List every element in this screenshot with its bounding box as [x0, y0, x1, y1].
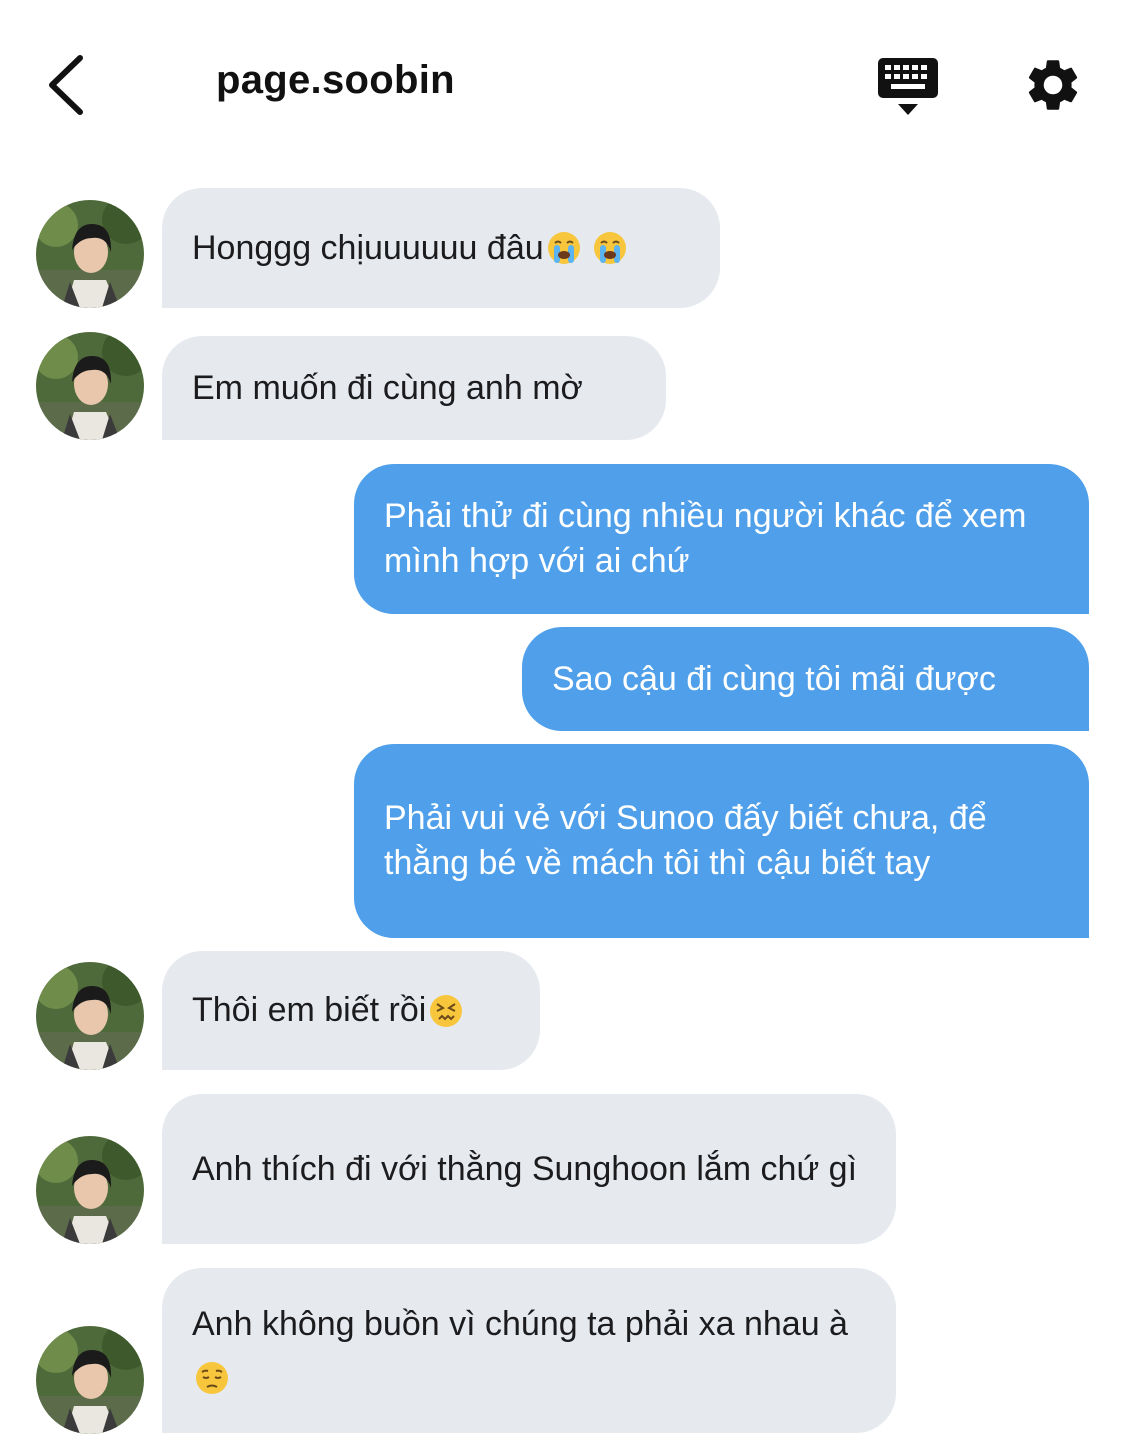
message-bubble-incoming[interactable]: Anh không buồn vì chúng ta phải xa nhau … — [162, 1268, 896, 1433]
message-bubble-outgoing[interactable]: Phải thử đi cùng nhiều người khác để xem… — [354, 464, 1089, 614]
message-text: Em muốn đi cùng anh mờ — [192, 368, 583, 407]
message-text: Thôi em biết rồi — [192, 991, 427, 1029]
message-text: Phải vui vẻ với Sunoo đấy biết chưa, để … — [384, 799, 987, 882]
avatar[interactable] — [36, 200, 144, 308]
message-bubble-incoming[interactable]: Honggg chịuuuuuu đâu — [162, 188, 720, 308]
loudly-crying-face-icon — [547, 232, 580, 264]
keyboard-icon — [878, 58, 938, 115]
avatar[interactable] — [36, 1326, 144, 1434]
message-bubble-incoming[interactable]: Em muốn đi cùng anh mờ — [162, 336, 666, 440]
settings-button[interactable] — [1022, 54, 1084, 116]
message-text: Phải thử đi cùng nhiều người khác để xem… — [384, 497, 1027, 580]
pensive-face-icon — [196, 1361, 228, 1394]
loudly-crying-face-icon — [593, 232, 626, 264]
chat-title: page.soobin — [216, 58, 455, 102]
keyboard-button[interactable] — [876, 56, 942, 118]
avatar[interactable] — [36, 332, 144, 440]
message-bubble-incoming[interactable]: Thôi em biết rồi — [162, 951, 540, 1070]
chat-header: page.soobin — [0, 0, 1125, 170]
gear-icon — [1028, 60, 1078, 110]
message-text: Sao cậu đi cùng tôi mãi được — [552, 659, 996, 698]
message-text: Anh thích đi với thằng Sunghoon lắm chứ … — [192, 1149, 858, 1188]
message-bubble-outgoing[interactable]: Sao cậu đi cùng tôi mãi được — [522, 627, 1089, 731]
message-text: Honggg chịuuuuuu đâu — [192, 228, 544, 267]
message-bubble-outgoing[interactable]: Phải vui vẻ với Sunoo đấy biết chưa, để … — [354, 744, 1089, 938]
avatar[interactable] — [36, 962, 144, 1070]
back-button[interactable] — [40, 50, 100, 120]
message-bubble-incoming[interactable]: Anh thích đi với thằng Sunghoon lắm chứ … — [162, 1094, 896, 1244]
avatar[interactable] — [36, 1136, 144, 1244]
message-text: Anh không buồn vì chúng ta phải xa nhau … — [192, 1297, 866, 1405]
confounded-face-icon — [430, 994, 463, 1027]
chevron-left-icon — [49, 55, 83, 115]
